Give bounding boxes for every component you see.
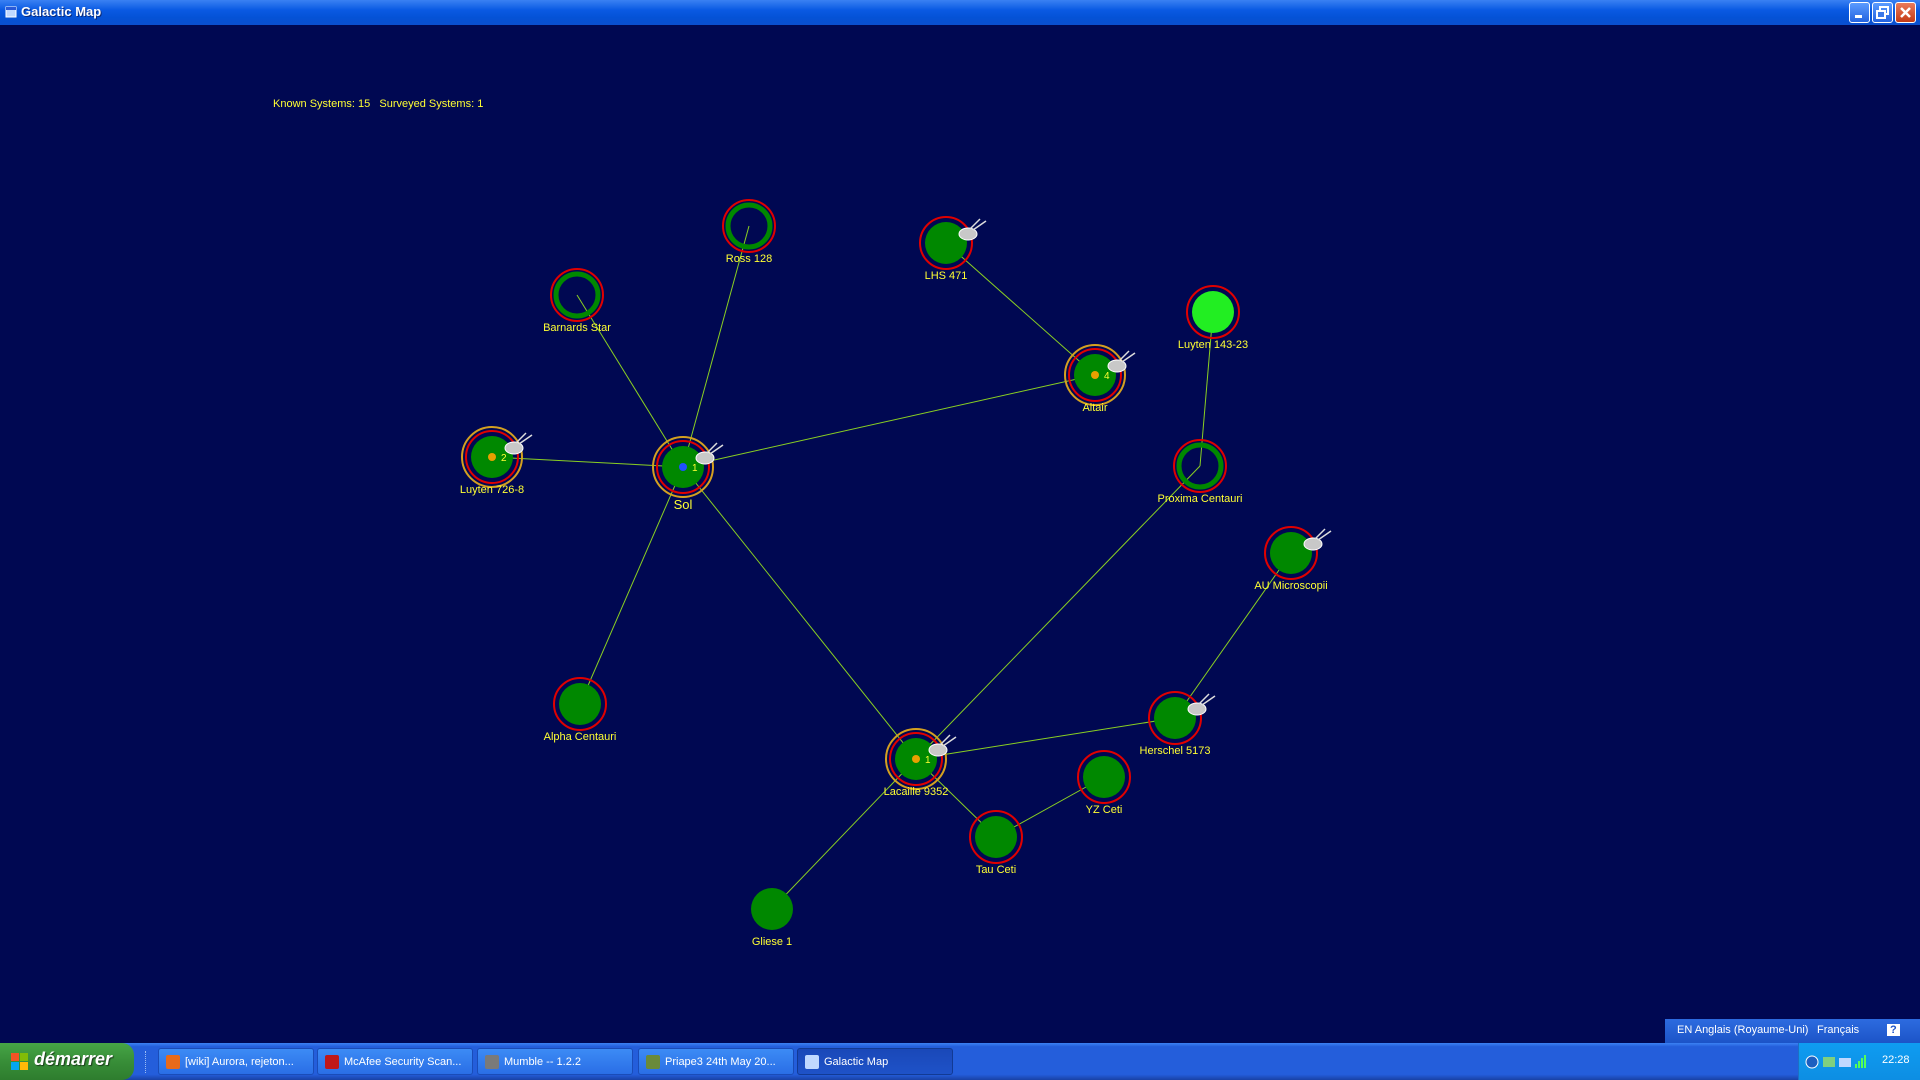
system-label: YZ Ceti: [1086, 804, 1123, 816]
fleet-marker: [1091, 371, 1099, 379]
task-label: [wiki] Aurora, rejeton...: [185, 1056, 294, 1068]
task-label: Priape3 24th May 20...: [665, 1056, 776, 1068]
system-luyten143[interactable]: Luyten 143-23: [1178, 285, 1248, 351]
system-label: Altair: [1082, 402, 1107, 414]
system-planet: [1192, 291, 1234, 333]
task-app-icon: [646, 1055, 660, 1069]
system-label: Lacaille 9352: [884, 786, 949, 798]
taskbar-item[interactable]: [wiki] Aurora, rejeton...: [158, 1048, 314, 1075]
system-ross128[interactable]: Ross 128: [722, 199, 776, 265]
taskbar-item[interactable]: Priape3 24th May 20...: [638, 1048, 794, 1075]
system-planet: [925, 222, 967, 264]
system-luyten726[interactable]: 2 Luyten 726-8: [460, 426, 533, 496]
window-title: Galactic Map: [21, 4, 102, 19]
minimize-button[interactable]: [1849, 2, 1870, 23]
fleet-marker: [488, 453, 496, 461]
system-label: Alpha Centauri: [544, 731, 617, 743]
system-planet: [975, 816, 1017, 858]
language-indicator[interactable]: EN Anglais (Royaume-Uni): [1677, 1024, 1808, 1036]
system-label: Tau Ceti: [976, 864, 1016, 876]
system-alphaCen[interactable]: Alpha Centauri: [544, 677, 617, 743]
task-label: Galactic Map: [824, 1056, 889, 1068]
system-label: Luyten 726-8: [460, 484, 524, 496]
galactic-map-canvas[interactable]: Known Systems: 15 Surveyed Systems: 1 1S…: [0, 25, 1920, 1043]
system-altair[interactable]: 4 Altair: [1064, 344, 1136, 414]
help-icon[interactable]: ?: [1887, 1024, 1900, 1036]
close-button[interactable]: [1895, 2, 1916, 23]
system-planet: [1154, 697, 1196, 739]
window-titlebar[interactable]: Galactic Map: [0, 0, 1920, 25]
system-label: Barnards Star: [543, 322, 611, 334]
system-label: Proxima Centauri: [1158, 493, 1243, 505]
system-tauceti[interactable]: Tau Ceti: [969, 810, 1023, 876]
start-label: démarrer: [34, 1049, 113, 1069]
fleet-count: 1: [692, 463, 698, 474]
tray-icons[interactable]: [1805, 1054, 1875, 1070]
minimize-icon: [1855, 15, 1862, 18]
system-planet: [751, 888, 793, 930]
jump-link-sol-altair: [682, 374, 1096, 468]
close-icon: [1900, 7, 1911, 18]
jump-link-sol-lacaille: [682, 466, 917, 760]
system-yzceti[interactable]: YZ Ceti: [1077, 750, 1131, 816]
start-button[interactable]: démarrer: [0, 1043, 134, 1080]
system-label: Ross 128: [726, 253, 772, 265]
task-app-icon: [325, 1055, 339, 1069]
task-app-icon: [485, 1055, 499, 1069]
restore-icon: [1876, 6, 1889, 19]
taskbar-item[interactable]: Galactic Map: [797, 1048, 953, 1075]
system-label: Sol: [674, 497, 693, 512]
system-barnards[interactable]: Barnards Star: [543, 268, 611, 334]
jump-link-lacaille-gliese1: [771, 758, 917, 910]
system-gliese1[interactable]: Gliese 1: [751, 888, 793, 948]
language-bar[interactable]: EN Anglais (Royaume-Uni) Français ?: [1665, 1019, 1920, 1043]
restore-button[interactable]: [1872, 2, 1893, 23]
jump-link-herschel-auMic: [1174, 552, 1292, 719]
system-label: Gliese 1: [752, 936, 792, 948]
app-icon: [5, 6, 17, 18]
system-planet: [559, 683, 601, 725]
clock[interactable]: 22:28: [1882, 1054, 1910, 1066]
task-app-icon: [805, 1055, 819, 1069]
system-label: LHS 471: [925, 270, 968, 282]
taskbar-item[interactable]: McAfee Security Scan...: [317, 1048, 473, 1075]
task-app-icon: [166, 1055, 180, 1069]
jump-link-sol-alphaCen: [579, 466, 684, 705]
fleet-count: 2: [501, 453, 507, 464]
system-proxima[interactable]: Proxima Centauri: [1158, 439, 1243, 505]
system-lhs471[interactable]: LHS 471: [919, 216, 987, 282]
star-map-svg[interactable]: 1 Sol Ross 128 Barnards Star LHS 471 4 Altair L…: [0, 25, 1920, 1043]
system-tray: 22:28: [1798, 1043, 1920, 1080]
system-herschel[interactable]: Herschel 5173: [1140, 691, 1216, 757]
system-label: Herschel 5173: [1140, 745, 1211, 757]
fleet-count: 4: [1104, 371, 1110, 382]
system-planet: [1270, 532, 1312, 574]
system-planet: [1083, 756, 1125, 798]
quicklaunch-separator: [145, 1051, 148, 1073]
windows-flag-icon: [11, 1053, 28, 1070]
home-marker: [679, 463, 687, 471]
task-label: Mumble -- 1.2.2: [504, 1056, 582, 1068]
keyboard-layout[interactable]: Français: [1817, 1024, 1859, 1036]
taskbar-item[interactable]: Mumble -- 1.2.2: [477, 1048, 633, 1075]
system-lacaille[interactable]: 1 Lacaille 9352: [884, 728, 957, 798]
system-auMic[interactable]: AU Microscopii: [1254, 526, 1332, 592]
system-label: Luyten 143-23: [1178, 339, 1248, 351]
fleet-count: 1: [925, 755, 931, 766]
task-label: McAfee Security Scan...: [344, 1056, 462, 1068]
taskbar: démarrer [wiki] Aurora, rejeton... McAfee…: [0, 1043, 1920, 1080]
fleet-marker: [912, 755, 920, 763]
system-label: AU Microscopii: [1254, 580, 1327, 592]
system-sol[interactable]: 1 Sol: [652, 436, 724, 512]
